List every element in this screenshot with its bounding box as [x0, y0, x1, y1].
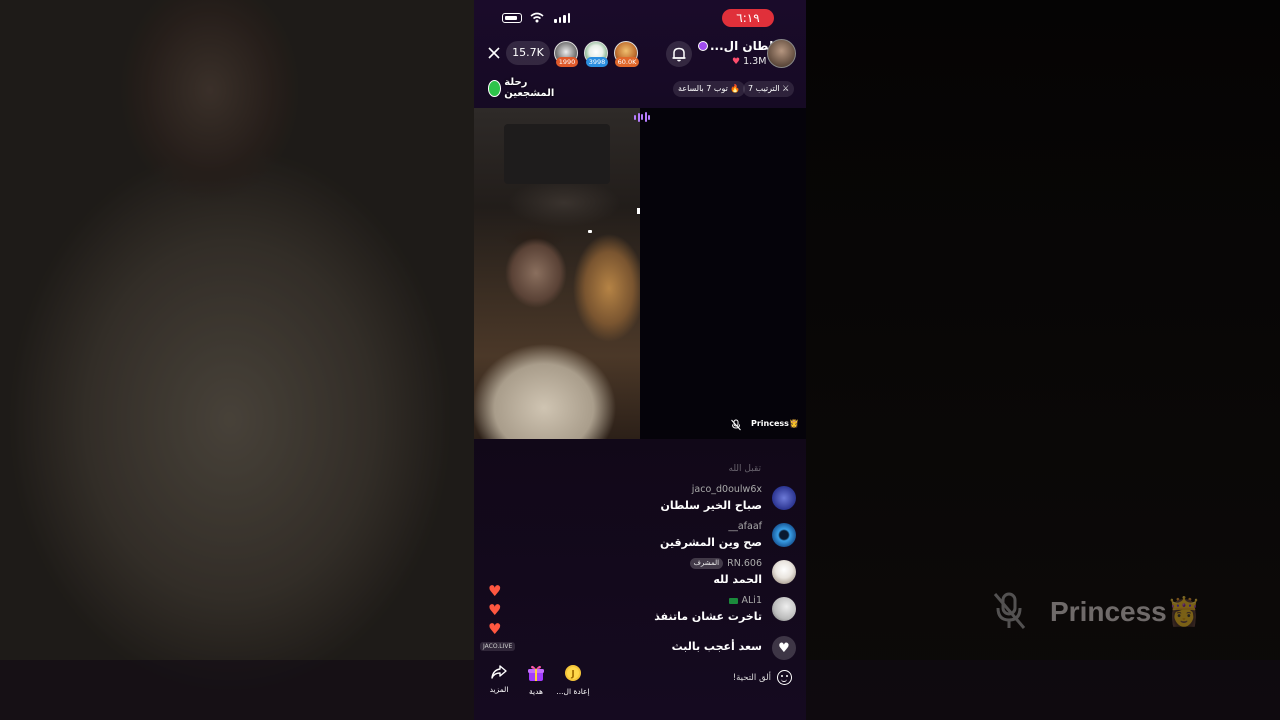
bottom-action-bar: المزيد هدية J إعادة ال... ألق التحية! — [474, 662, 806, 702]
speaking-indicator-icon — [634, 112, 650, 122]
gift-button[interactable]: هدية — [516, 664, 556, 696]
comment-feed: تقبل الله jaco_d0oulw6x صباح الخير سلطان… — [474, 458, 806, 660]
top-viewer-badge: 60.0K — [615, 57, 639, 67]
bell-icon — [672, 47, 686, 62]
like-event-icon-wrap: ♥ — [772, 636, 796, 660]
comment-text: سعد أعجب بالبث — [671, 640, 762, 653]
guest-name: Princess👸 — [751, 419, 799, 428]
coin-icon: J — [565, 665, 581, 681]
replay-label: إعادة ال... — [556, 687, 590, 696]
background-guest-label: Princess👸 — [990, 590, 1202, 632]
brand-watermark: JACO.LIVE — [480, 642, 516, 651]
say-hi-placeholder: ألق التحية! — [732, 672, 771, 683]
host-likes: ♥ 1.3M — [732, 56, 767, 67]
status-time: ٦:١٩ — [722, 9, 774, 27]
mic-muted-icon — [731, 419, 741, 431]
svg-text:J: J — [570, 670, 574, 680]
mic-muted-icon — [990, 590, 1028, 632]
fans-journey-badge[interactable]: رحلة المشجعين — [488, 77, 566, 99]
comment-text: صباح الخير سلطان — [660, 499, 762, 512]
guest-video[interactable] — [640, 108, 806, 439]
host-video[interactable] — [474, 108, 640, 439]
fire-icon: 🔥 — [730, 84, 741, 93]
more-button[interactable]: المزيد — [479, 664, 519, 694]
commenter-name: jaco_d0oulw6x — [691, 484, 762, 495]
top-viewer-badge: 1990 — [556, 57, 578, 67]
say-hi-input[interactable]: ألق التحية! — [733, 670, 792, 685]
floating-hearts: ♥ ♥ ♥ — [488, 584, 501, 637]
rank-chip[interactable]: ⚔ الترتيب 7 — [743, 81, 795, 97]
smile-icon — [777, 670, 792, 685]
top-hourly-chip[interactable]: 🔥 توب 7 بالساعة — [673, 81, 746, 97]
close-icon — [488, 47, 500, 59]
stream-subheader: رحلة المشجعين 🔥 توب 7 بالساعة ⚔ الترتيب … — [474, 77, 806, 100]
commenter-name: RN.606 — [727, 558, 762, 569]
heart-icon: ♥ — [732, 57, 741, 67]
crown-icon: ⚔ — [782, 84, 790, 93]
faded-comment: تقبل الله — [728, 464, 762, 474]
commenter-avatar[interactable] — [772, 597, 796, 621]
background-guest-name: Princess👸 — [1050, 595, 1202, 627]
signal-icon — [554, 13, 570, 23]
football-icon — [488, 79, 502, 97]
comment-text: تاخرت عشان ماتنفذ — [654, 610, 762, 623]
battery-icon — [502, 13, 522, 23]
heart-icon: ♥ — [488, 601, 502, 619]
wifi-icon — [530, 12, 544, 23]
viewer-count[interactable]: 15.7K — [506, 41, 550, 65]
gift-icon — [528, 665, 544, 681]
more-label: المزيد — [489, 685, 509, 694]
close-button[interactable] — [484, 43, 504, 63]
status-bar: ٦:١٩ — [474, 0, 806, 34]
comment-text: الحمد لله — [713, 573, 762, 586]
live-stream-screen: ٦:١٩ 15.7K 1990 3998 60.0K سلطان ال... ♥… — [474, 0, 806, 720]
blurred-background-left — [0, 0, 474, 720]
comment-item[interactable]: RN.606 المشرف الحمد لله — [496, 558, 796, 592]
follow-bell-button[interactable] — [666, 41, 692, 67]
comment-item[interactable]: afaaf__ صح وين المشرقين — [496, 521, 796, 555]
commenter-avatar[interactable] — [772, 486, 796, 510]
comment-text: صح وين المشرقين — [660, 536, 762, 549]
comment-item[interactable]: ALi1 تاخرت عشان ماتنفذ — [496, 595, 796, 629]
heart-icon: ♥ — [488, 582, 502, 600]
commenter-avatar[interactable] — [772, 560, 796, 584]
video-light — [588, 230, 592, 233]
comment-item[interactable]: jaco_d0oulw6x صباح الخير سلطان — [496, 484, 796, 518]
video-ceiling — [504, 124, 610, 184]
top-viewer-badge: 3998 — [586, 57, 608, 67]
verified-icon — [698, 41, 708, 51]
replay-button[interactable]: J إعادة ال... — [553, 664, 593, 696]
heart-icon: ♥ — [488, 620, 502, 638]
commenter-avatar[interactable] — [772, 523, 796, 547]
commenter-name: ALi1 — [741, 595, 762, 606]
share-icon — [491, 665, 507, 679]
gift-label: هدية — [528, 687, 543, 696]
host-avatar[interactable] — [767, 39, 796, 68]
stream-header: 15.7K 1990 3998 60.0K سلطان ال... ♥ 1.3M — [474, 38, 806, 70]
flag-icon — [728, 597, 738, 604]
moderator-badge: المشرف — [689, 558, 724, 569]
heart-icon: ♥ — [778, 640, 790, 656]
commenter-name: afaaf__ — [728, 521, 762, 532]
